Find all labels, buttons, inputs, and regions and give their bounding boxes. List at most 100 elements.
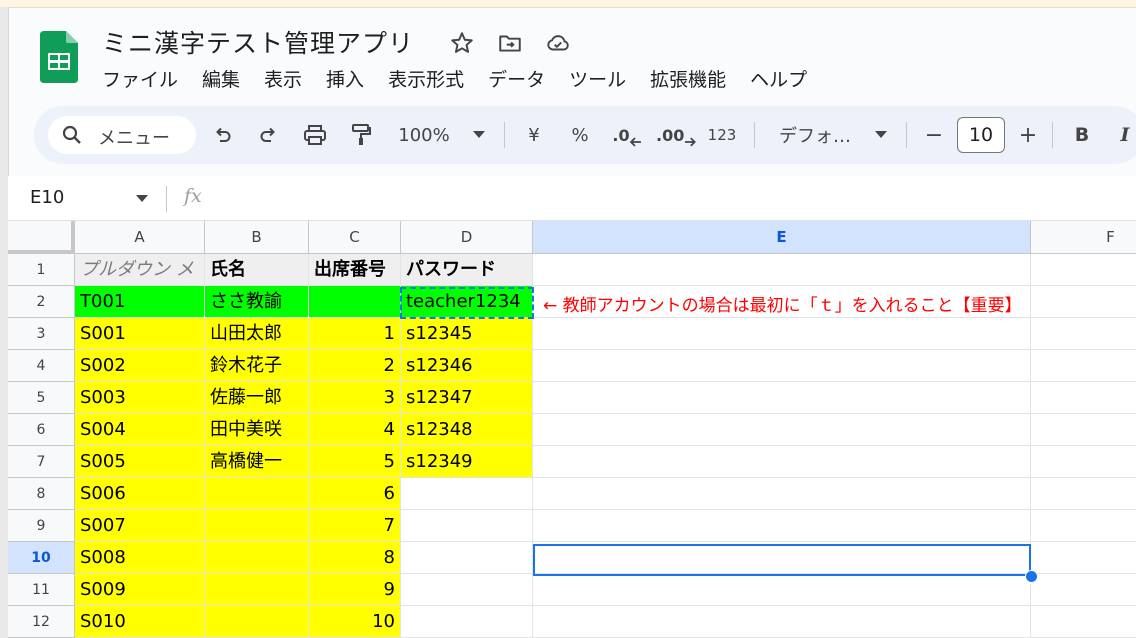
currency-format-button[interactable]: ¥ xyxy=(520,106,548,164)
cell-c5[interactable]: 3 xyxy=(309,382,401,414)
cell-e6[interactable] xyxy=(533,414,1031,446)
menu-insert[interactable]: 挿入 xyxy=(326,65,364,91)
font-size-decrease-button[interactable]: − xyxy=(920,106,948,164)
cell-b4[interactable]: 鈴木花子 xyxy=(205,350,309,382)
row-header-2[interactable]: 2 xyxy=(8,286,75,318)
column-header-a[interactable]: A xyxy=(75,221,205,254)
cell-b12[interactable] xyxy=(205,606,309,638)
cell-b11[interactable] xyxy=(205,574,309,606)
column-header-c[interactable]: C xyxy=(309,221,401,254)
sheets-logo-icon[interactable] xyxy=(40,31,78,83)
column-header-e[interactable]: E xyxy=(533,221,1031,254)
row-header-11[interactable]: 11 xyxy=(8,574,75,606)
cell-a1[interactable]: プルダウン メ xyxy=(75,254,205,286)
bold-button[interactable]: B xyxy=(1068,106,1096,164)
cell-f1[interactable] xyxy=(1031,254,1136,286)
cell-e4[interactable] xyxy=(533,350,1031,382)
cell-f3[interactable] xyxy=(1031,318,1136,350)
cell-f9[interactable] xyxy=(1031,510,1136,542)
cell-d4[interactable]: s12346 xyxy=(401,350,533,382)
menu-data[interactable]: データ xyxy=(488,65,545,91)
row-header-7[interactable]: 7 xyxy=(8,446,75,478)
cell-c10[interactable]: 8 xyxy=(309,542,401,574)
cell-c12[interactable]: 10 xyxy=(309,606,401,638)
font-size-increase-button[interactable]: + xyxy=(1014,106,1042,164)
row-header-4[interactable]: 4 xyxy=(8,350,75,382)
cell-b9[interactable] xyxy=(205,510,309,542)
cell-e1[interactable] xyxy=(533,254,1031,286)
cell-c3[interactable]: 1 xyxy=(309,318,401,350)
row-header-3[interactable]: 3 xyxy=(8,318,75,350)
print-button[interactable] xyxy=(298,106,332,164)
cell-c8[interactable]: 6 xyxy=(309,478,401,510)
percent-format-button[interactable]: % xyxy=(566,106,594,164)
cell-a3[interactable]: S001 xyxy=(75,318,205,350)
cell-d7[interactable]: s12349 xyxy=(401,446,533,478)
cell-b3[interactable]: 山田太郎 xyxy=(205,318,309,350)
cell-c6[interactable]: 4 xyxy=(309,414,401,446)
move-folder-icon[interactable] xyxy=(497,30,523,56)
font-family-dropdown[interactable] xyxy=(870,106,892,164)
cell-c1[interactable]: 出席番号 xyxy=(309,254,401,286)
teacher-account-note[interactable]: ← 教師アカウントの場合は最初に「ｔ」を入れること【重要】 xyxy=(543,295,1022,317)
name-box[interactable]: E10 xyxy=(30,187,64,208)
increase-decimal-button[interactable]: .00 xyxy=(656,106,696,164)
cell-d3[interactable]: s12345 xyxy=(401,318,533,350)
cell-c11[interactable]: 9 xyxy=(309,574,401,606)
column-header-b[interactable]: B xyxy=(205,221,309,254)
paint-format-button[interactable] xyxy=(346,106,376,164)
row-header-12[interactable]: 12 xyxy=(8,606,75,638)
fill-handle[interactable] xyxy=(1025,570,1038,583)
cell-a5[interactable]: S003 xyxy=(75,382,205,414)
cell-d11[interactable] xyxy=(401,574,533,606)
menu-format[interactable]: 表示形式 xyxy=(388,65,464,91)
cell-a8[interactable]: S006 xyxy=(75,478,205,510)
menu-help[interactable]: ヘルプ xyxy=(750,65,807,91)
cell-d1[interactable]: パスワード xyxy=(401,254,533,286)
cell-f11[interactable] xyxy=(1031,574,1136,606)
font-size-input[interactable]: 10 xyxy=(957,117,1005,153)
document-title[interactable]: ミニ漢字テスト管理アプリ xyxy=(102,24,414,60)
row-header-1[interactable]: 1 xyxy=(8,254,75,286)
name-box-dropdown-icon[interactable] xyxy=(136,195,148,202)
cell-e8[interactable] xyxy=(533,478,1031,510)
redo-button[interactable] xyxy=(253,106,283,164)
undo-button[interactable] xyxy=(208,106,238,164)
italic-button[interactable]: I xyxy=(1114,106,1136,164)
column-header-f[interactable]: F xyxy=(1031,221,1136,254)
cell-f10[interactable] xyxy=(1031,542,1136,574)
menu-search[interactable]: メニュー xyxy=(48,116,196,154)
cell-f4[interactable] xyxy=(1031,350,1136,382)
zoom-dropdown[interactable] xyxy=(468,106,490,164)
cell-f6[interactable] xyxy=(1031,414,1136,446)
cell-c2[interactable] xyxy=(309,286,401,318)
cell-b5[interactable]: 佐藤一郎 xyxy=(205,382,309,414)
cell-a12[interactable]: S010 xyxy=(75,606,205,638)
cell-a6[interactable]: S004 xyxy=(75,414,205,446)
cell-e11[interactable] xyxy=(533,574,1031,606)
spreadsheet-grid[interactable]: A B C D E F 1 プルダウン メ氏名 出席番号 パスワード 2 T001 ささ教諭… xyxy=(8,221,1136,638)
cell-b10[interactable] xyxy=(205,542,309,574)
cell-d10[interactable] xyxy=(401,542,533,574)
cell-e3[interactable] xyxy=(533,318,1031,350)
cell-a7[interactable]: S005 xyxy=(75,446,205,478)
cell-d2[interactable]: teacher1234 xyxy=(401,286,533,318)
cell-a11[interactable]: S009 xyxy=(75,574,205,606)
cell-b1[interactable]: 氏名 xyxy=(205,254,309,286)
cell-e12[interactable] xyxy=(533,606,1031,638)
font-family-select[interactable]: デフォ… xyxy=(770,106,860,164)
star-icon[interactable] xyxy=(449,30,475,56)
cell-b8[interactable] xyxy=(205,478,309,510)
cloud-saved-icon[interactable] xyxy=(545,30,571,56)
column-header-d[interactable]: D xyxy=(401,221,533,254)
cell-d8[interactable] xyxy=(401,478,533,510)
cell-c9[interactable]: 7 xyxy=(309,510,401,542)
cell-a2[interactable]: T001 xyxy=(75,286,205,318)
cell-c7[interactable]: 5 xyxy=(309,446,401,478)
cell-e9[interactable] xyxy=(533,510,1031,542)
decrease-decimal-button[interactable]: .0 xyxy=(610,106,644,164)
number-format-button[interactable]: 123 xyxy=(704,106,740,164)
menu-file[interactable]: ファイル xyxy=(102,65,178,91)
cell-b6[interactable]: 田中美咲 xyxy=(205,414,309,446)
row-header-5[interactable]: 5 xyxy=(8,382,75,414)
